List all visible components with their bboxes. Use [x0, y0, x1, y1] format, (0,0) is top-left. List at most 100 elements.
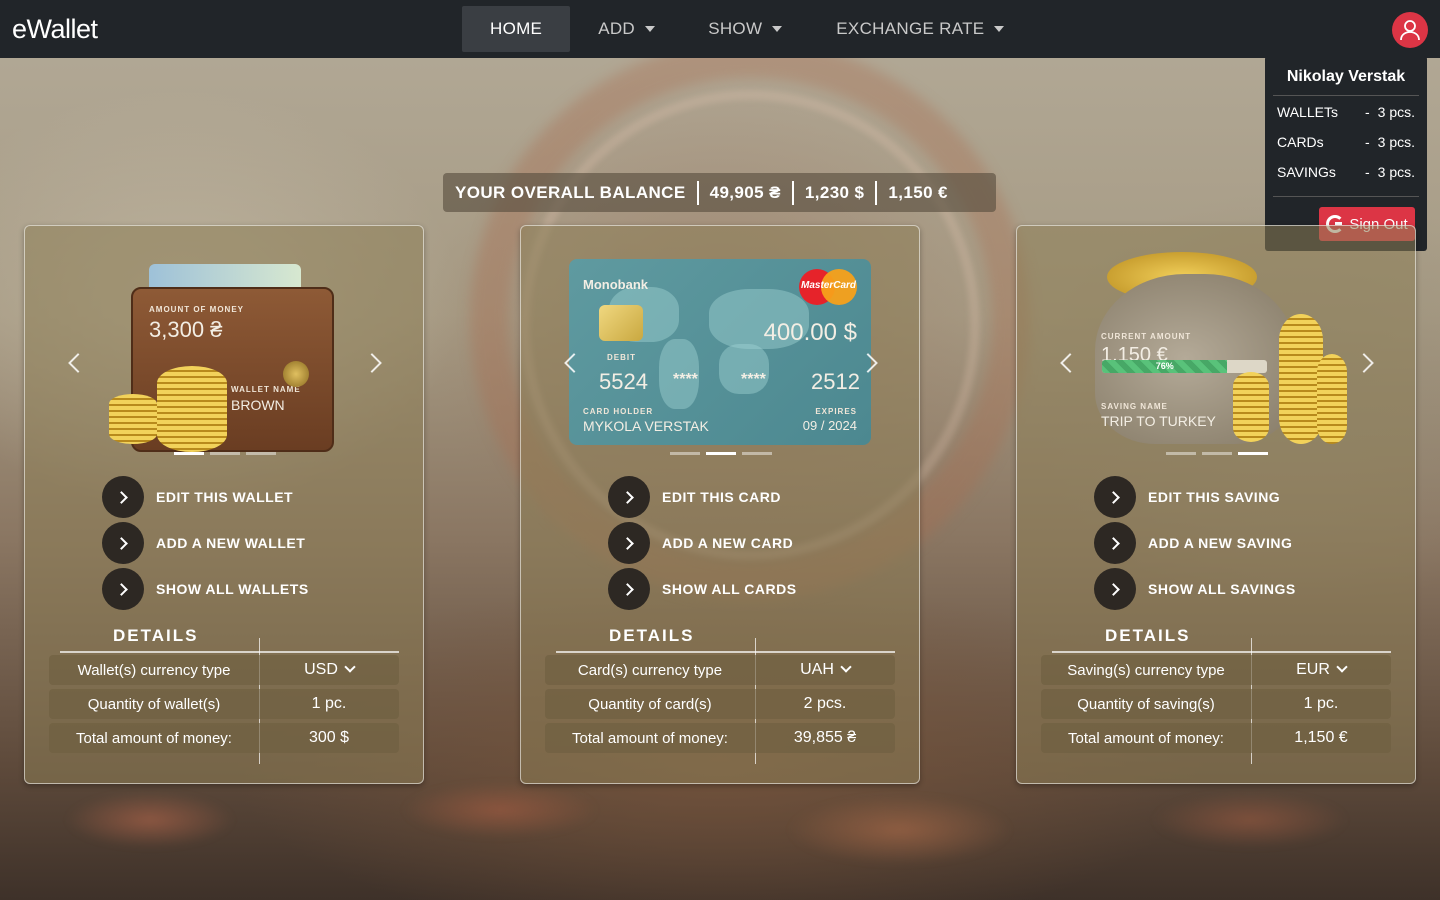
stat-dash: -: [1364, 134, 1370, 150]
edit-wallet-button[interactable]: EDIT THIS WALLET: [102, 474, 309, 520]
currency-select[interactable]: UAH: [755, 661, 895, 679]
row-key: Wallet(s) currency type: [77, 661, 231, 679]
edit-saving-button[interactable]: EDIT THIS SAVING: [1094, 474, 1296, 520]
nav-home[interactable]: HOME: [462, 6, 571, 52]
saving-actions: EDIT THIS SAVING ADD A NEW SAVING SHOW A…: [1094, 474, 1296, 612]
carousel-indicator[interactable]: [1238, 452, 1268, 455]
card-number-1: 5524: [599, 369, 648, 394]
nav-add-dropdown[interactable]: ADD: [570, 6, 680, 52]
row-value: 2 pcs.: [803, 695, 847, 712]
chevron-right-icon: [1094, 568, 1136, 610]
table-row: Card(s) currency type UAH: [545, 655, 895, 685]
edit-card-button[interactable]: EDIT THIS CARD: [608, 474, 797, 520]
carousel-next-icon[interactable]: [1354, 353, 1374, 373]
chevron-right-icon: [608, 476, 650, 518]
carousel-prev-icon[interactable]: [1060, 353, 1080, 373]
carousel-indicators: [25, 452, 425, 455]
chevron-right-icon: [1094, 522, 1136, 564]
caret-down-icon: [772, 26, 783, 32]
balance-usd: 1,230 $: [804, 182, 865, 202]
add-card-button[interactable]: ADD A NEW CARD: [608, 520, 797, 566]
show-savings-button[interactable]: SHOW ALL SAVINGS: [1094, 566, 1296, 612]
divider: [60, 651, 399, 653]
coin-stack: [1317, 354, 1347, 444]
saving-name-label: SAVING NAME: [1101, 402, 1168, 411]
chevron-right-icon: [102, 568, 144, 610]
carousel-indicator[interactable]: [210, 452, 240, 455]
stat-value: 3 pcs.: [1377, 134, 1415, 150]
user-stat-wallets: WALLETs -3 pcs.: [1269, 96, 1423, 126]
row-key: Saving(s) currency type: [1067, 661, 1225, 679]
table-row: Total amount of money: 300 $: [49, 723, 399, 753]
row-value: 1 pc.: [1303, 695, 1339, 712]
caret-down-icon: [994, 26, 1005, 32]
carousel-indicator[interactable]: [246, 452, 276, 455]
nav-exchange-dropdown[interactable]: EXCHANGE RATE: [808, 6, 1030, 52]
wallet-actions: EDIT THIS WALLET ADD A NEW WALLET SHOW A…: [102, 474, 309, 612]
nav-show-dropdown[interactable]: SHOW: [680, 6, 808, 52]
coin-stack: [109, 394, 157, 444]
currency-select[interactable]: USD: [259, 661, 399, 679]
wallet-details-table: Wallet(s) currency type USD Quantity of w…: [49, 655, 399, 757]
row-value: 1,150 €: [1294, 729, 1348, 746]
carousel-indicator[interactable]: [174, 452, 204, 455]
chevron-down-icon: [1336, 661, 1348, 673]
carousel-next-icon[interactable]: [362, 353, 382, 373]
carousel-indicator[interactable]: [742, 452, 772, 455]
card-number-4: 2512: [811, 369, 860, 394]
card-chip: [599, 305, 643, 341]
action-label: EDIT THIS SAVING: [1148, 489, 1281, 505]
wallet-amount-label: AMOUNT OF MONEY: [149, 305, 244, 314]
row-key: Quantity of card(s): [588, 695, 712, 713]
details-title: DETAILS: [1105, 626, 1191, 645]
saving-name: TRIP TO TURKEY: [1101, 413, 1216, 429]
brand-logo[interactable]: eWallet: [12, 14, 98, 45]
bank-card-graphic[interactable]: Monobank MasterCard 400.00 $ DEBIT 5524 …: [569, 259, 871, 445]
currency-select[interactable]: EUR: [1251, 661, 1391, 679]
card-carousel: Monobank MasterCard 400.00 $ DEBIT 5524 …: [521, 244, 921, 459]
carousel-indicator[interactable]: [1202, 452, 1232, 455]
coin-stack: [157, 366, 227, 452]
row-value: EUR: [1296, 661, 1330, 678]
carousel-prev-icon[interactable]: [68, 353, 88, 373]
saving-panel: CURRENT AMOUNT 1,150 € SAVING NAME TRIP …: [1016, 225, 1416, 784]
action-label: SHOW ALL CARDS: [662, 581, 797, 597]
wallet-carousel: AMOUNT OF MONEY 3,300 ₴ WALLET NAME BROW…: [25, 244, 425, 459]
card-holder: MYKOLA VERSTAK: [583, 418, 709, 434]
carousel-indicator[interactable]: [706, 452, 736, 455]
chevron-right-icon: [608, 522, 650, 564]
show-cards-button[interactable]: SHOW ALL CARDS: [608, 566, 797, 612]
divider: [1052, 651, 1391, 653]
carousel-indicator[interactable]: [1166, 452, 1196, 455]
saving-details-table: Saving(s) currency type EUR Quantity of s…: [1041, 655, 1391, 757]
row-key: Card(s) currency type: [577, 661, 723, 679]
user-icon: [1400, 20, 1420, 41]
action-label: ADD A NEW WALLET: [156, 535, 306, 551]
table-row: Quantity of saving(s) 1 pc.: [1041, 689, 1391, 719]
row-key: Total amount of money:: [572, 729, 728, 747]
table-row: Wallet(s) currency type USD: [49, 655, 399, 685]
details-title: DETAILS: [609, 626, 695, 645]
action-label: EDIT THIS WALLET: [156, 489, 294, 505]
nav-add-label: ADD: [598, 19, 635, 38]
card-number-mask: ****: [741, 371, 766, 388]
add-saving-button[interactable]: ADD A NEW SAVING: [1094, 520, 1296, 566]
divider: [791, 180, 794, 205]
show-wallets-button[interactable]: SHOW ALL WALLETS: [102, 566, 309, 612]
balance-eur: 1,150 €: [888, 182, 948, 202]
divider: [1273, 196, 1419, 197]
chevron-right-icon: [102, 522, 144, 564]
row-value: 39,855 ₴: [793, 729, 857, 746]
carousel-indicators: [521, 452, 921, 455]
user-menu-button[interactable]: [1392, 12, 1428, 48]
saving-progress-bar: 76%: [1102, 360, 1267, 373]
wallet-amount: 3,300 ₴: [149, 317, 223, 342]
card-brand: MasterCard: [801, 280, 857, 291]
action-label: SHOW ALL SAVINGS: [1148, 581, 1296, 597]
row-key: Total amount of money:: [76, 729, 232, 747]
add-wallet-button[interactable]: ADD A NEW WALLET: [102, 520, 309, 566]
action-label: EDIT THIS CARD: [662, 489, 781, 505]
row-value: 1 pc.: [311, 695, 347, 712]
carousel-indicator[interactable]: [670, 452, 700, 455]
wallet-name-label: WALLET NAME: [231, 385, 301, 394]
